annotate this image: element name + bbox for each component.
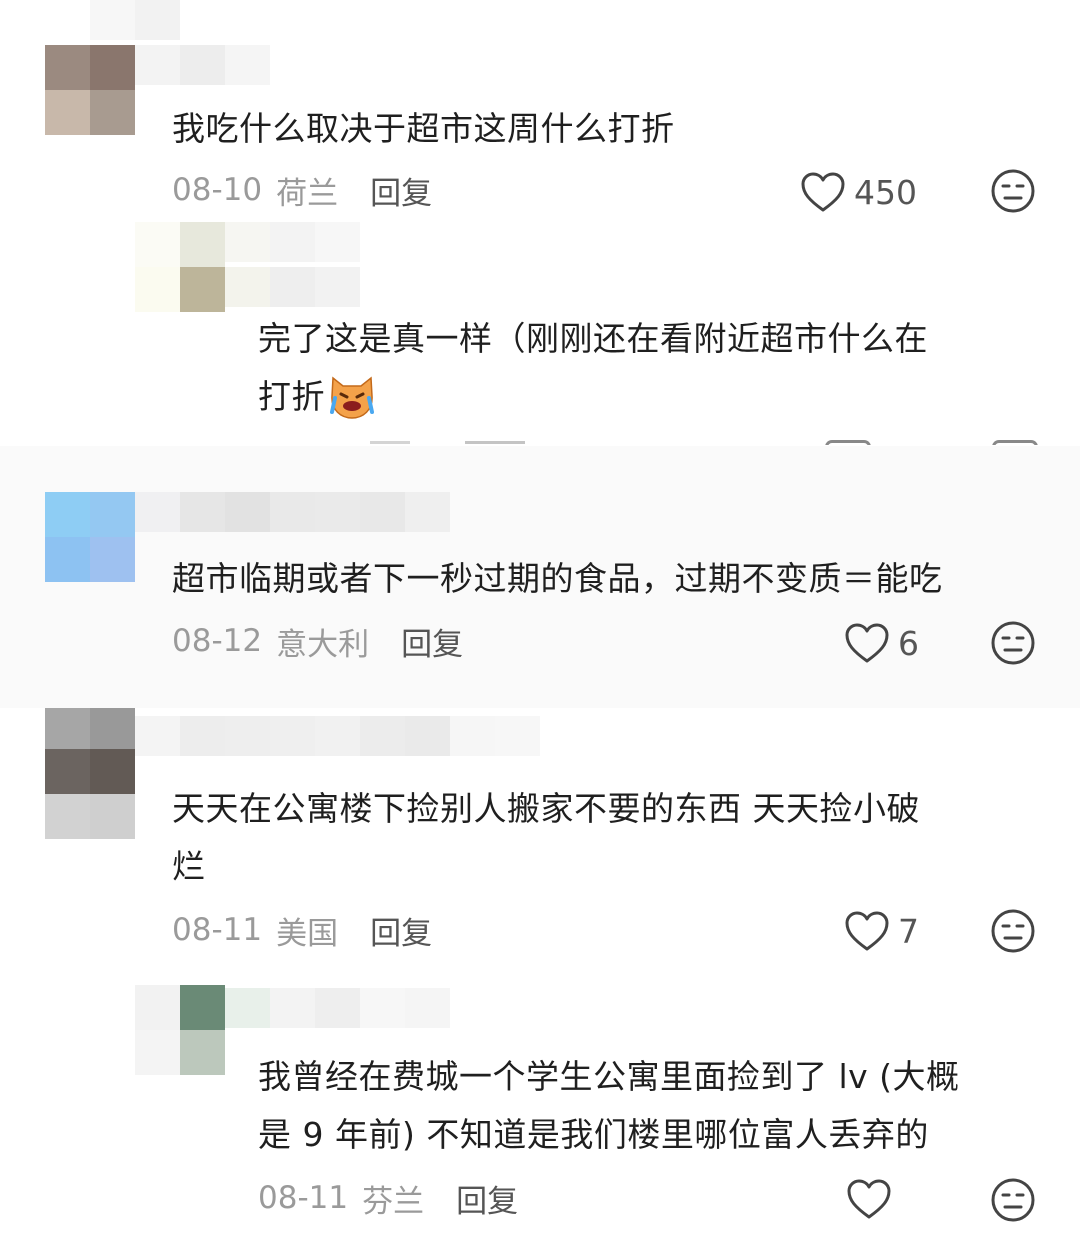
reply-avatar[interactable] <box>135 985 225 1075</box>
comment-card-1: 我吃什么取决于超市这周什么打折 08-10 荷兰 回复 450 完了这是真一样（… <box>0 0 1080 445</box>
comment-date: 08-11 <box>172 912 263 948</box>
cutoff-meta-row <box>360 440 1040 445</box>
reply-text: 我曾经在费城一个学生公寓里面捡到了 lv (大概 是 9 年前) 不知道是我们楼… <box>258 1048 960 1164</box>
comment-location: 荷兰 <box>276 175 339 212</box>
like-count: 450 <box>854 172 917 212</box>
reply-text: 完了这是真一样（刚刚还在看附近超市什么在 打折 <box>258 310 928 426</box>
comment-meta: 08-12 意大利 回复 <box>172 619 463 664</box>
like-button[interactable]: 450 <box>800 170 917 214</box>
reply-button[interactable]: 回复 <box>401 619 463 664</box>
comment-text: 天天在公寓楼下捡别人搬家不要的东西 天天捡小破 烂 <box>172 780 920 896</box>
like-button[interactable]: 7 <box>844 909 919 953</box>
reply-avatar[interactable] <box>135 222 225 312</box>
reply-text-line-2: 是 9 年前) 不知道是我们楼里哪位富人丢弃的 <box>258 1115 929 1154</box>
reply-username-blurred[interactable] <box>225 222 360 262</box>
reply-button[interactable]: 回复 <box>370 168 432 213</box>
avatar[interactable] <box>45 708 135 839</box>
heart-outline-icon <box>801 172 845 212</box>
neutral-face-icon[interactable] <box>990 168 1036 214</box>
comment-card-3: 天天在公寓楼下捡别人搬家不要的东西 天天捡小破 烂 08-11 美国 回复 7 … <box>0 708 1080 1255</box>
heart-outline-icon[interactable] <box>846 1178 892 1220</box>
comment-text: 我吃什么取决于超市这周什么打折 <box>172 109 675 148</box>
avatar[interactable] <box>45 45 135 135</box>
reply-username-blurred[interactable] <box>225 988 450 1028</box>
reply-text-line-1: 我曾经在费城一个学生公寓里面捡到了 lv (大概 <box>258 1057 960 1096</box>
reply-text-line-2: 打折 <box>258 368 928 426</box>
comment-location: 美国 <box>276 915 339 952</box>
like-count: 7 <box>898 911 919 951</box>
crying-cat-emoji <box>330 376 374 419</box>
username-blurred[interactable] <box>135 45 270 85</box>
comment-text-line-1: 天天在公寓楼下捡别人搬家不要的东西 天天捡小破 <box>172 789 920 828</box>
reply-date: 08-11 <box>258 1180 349 1216</box>
reply-location: 芬兰 <box>362 1183 425 1220</box>
like-button[interactable]: 6 <box>844 621 919 665</box>
reply-button[interactable]: 回复 <box>370 908 432 953</box>
avatar[interactable] <box>45 492 135 582</box>
comment-meta: 08-11 美国 回复 <box>172 908 432 953</box>
heart-outline-icon <box>845 623 889 663</box>
comment-location: 意大利 <box>276 626 370 663</box>
comment-text: 超市临期或者下一秒过期的食品，过期不变质＝能吃 <box>172 559 943 598</box>
neutral-face-icon[interactable] <box>990 620 1036 666</box>
neutral-face-icon[interactable] <box>990 908 1036 954</box>
comment-card-2: 超市临期或者下一秒过期的食品，过期不变质＝能吃 08-12 意大利 回复 6 <box>0 446 1080 708</box>
comment-date: 08-12 <box>172 623 263 659</box>
reply-button[interactable]: 回复 <box>456 1176 518 1221</box>
neutral-face-icon[interactable] <box>990 1177 1036 1223</box>
comment-text-line-2: 烂 <box>172 847 206 886</box>
comment-date: 08-10 <box>172 172 263 208</box>
reply-text-line-2-text: 打折 <box>258 377 325 416</box>
reply-username-blurred-2 <box>225 267 360 307</box>
comment-meta: 08-10 荷兰 回复 <box>172 168 432 213</box>
blur-top <box>90 0 180 40</box>
username-blurred[interactable] <box>135 492 450 532</box>
reply-text-line-1: 完了这是真一样（刚刚还在看附近超市什么在 <box>258 319 928 358</box>
reply-meta: 08-11 芬兰 回复 <box>258 1176 518 1221</box>
like-count: 6 <box>898 623 919 663</box>
username-blurred[interactable] <box>135 716 540 756</box>
heart-outline-icon <box>845 911 889 951</box>
